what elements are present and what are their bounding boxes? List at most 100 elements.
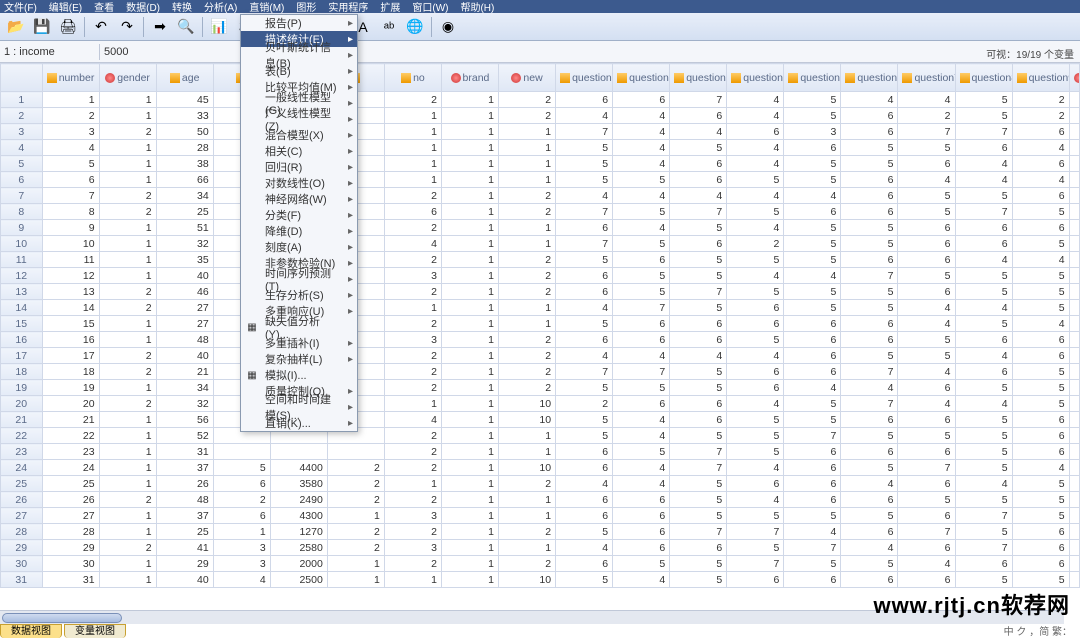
col-header-question8[interactable]: question8: [955, 64, 1012, 92]
cell[interactable]: 5: [727, 204, 784, 220]
cell[interactable]: 37: [156, 508, 213, 524]
cell[interactable]: 6: [1012, 124, 1069, 140]
cell[interactable]: 2: [898, 108, 955, 124]
cell[interactable]: [1069, 348, 1079, 364]
cell[interactable]: 5: [841, 460, 898, 476]
cell[interactable]: 5: [670, 380, 727, 396]
cell[interactable]: 2: [499, 108, 556, 124]
cell[interactable]: 6: [613, 332, 670, 348]
cell[interactable]: 2580: [270, 540, 327, 556]
cell[interactable]: 1: [441, 412, 498, 428]
cell[interactable]: [1069, 316, 1079, 332]
cell[interactable]: 6: [727, 124, 784, 140]
cell[interactable]: 6: [784, 492, 841, 508]
cell[interactable]: 5: [670, 556, 727, 572]
col-header-number[interactable]: number: [42, 64, 99, 92]
cell[interactable]: 2: [384, 284, 441, 300]
table-row[interactable]: 22133112446456252: [1, 108, 1080, 124]
cell[interactable]: 2: [384, 380, 441, 396]
cell[interactable]: 27: [156, 316, 213, 332]
menubar[interactable]: 文件(F)编辑(E)查看数据(D)转换分析(A)直销(M)图形实用程序扩展窗口(…: [0, 0, 1080, 13]
cell[interactable]: 32: [156, 396, 213, 412]
cell[interactable]: [1069, 108, 1079, 124]
cell[interactable]: 2: [384, 92, 441, 108]
cell[interactable]: 1: [441, 124, 498, 140]
row-header[interactable]: 28: [1, 524, 43, 540]
cell[interactable]: 4: [1012, 140, 1069, 156]
cell[interactable]: 6: [784, 572, 841, 588]
cell[interactable]: 6: [613, 540, 670, 556]
cell[interactable]: 6: [784, 476, 841, 492]
cell[interactable]: 4: [784, 268, 841, 284]
cell[interactable]: 1: [384, 476, 441, 492]
cell[interactable]: 5: [841, 300, 898, 316]
menu-实用程序[interactable]: 实用程序: [328, 0, 368, 14]
menu-数据(D)[interactable]: 数据(D): [126, 0, 160, 14]
menu-帮助(H)[interactable]: 帮助(H): [460, 0, 494, 14]
cell[interactable]: 6: [841, 444, 898, 460]
row-header[interactable]: 17: [1, 348, 43, 364]
cell[interactable]: 6: [42, 172, 99, 188]
cell[interactable]: 1: [499, 140, 556, 156]
cell[interactable]: 2490: [270, 492, 327, 508]
cell[interactable]: 2: [99, 396, 156, 412]
cell[interactable]: 5: [613, 268, 670, 284]
table-row[interactable]: 2626248224902211665466555: [1, 492, 1080, 508]
cell[interactable]: 18: [42, 364, 99, 380]
cell[interactable]: 7: [670, 524, 727, 540]
cell[interactable]: 5: [556, 172, 613, 188]
row-header[interactable]: 1: [1, 92, 43, 108]
table-row[interactable]: 66166111556556444: [1, 172, 1080, 188]
cell[interactable]: 11: [42, 252, 99, 268]
cell[interactable]: 5: [727, 540, 784, 556]
cell[interactable]: 5: [613, 556, 670, 572]
cell[interactable]: 5: [784, 300, 841, 316]
cell[interactable]: 2: [99, 540, 156, 556]
cell[interactable]: 2: [499, 348, 556, 364]
row-header[interactable]: 27: [1, 508, 43, 524]
row-header[interactable]: 5: [1, 156, 43, 172]
cell[interactable]: 1: [441, 300, 498, 316]
menu-扩展[interactable]: 扩展: [380, 0, 400, 14]
cell[interactable]: 6: [670, 332, 727, 348]
cell[interactable]: 7: [898, 124, 955, 140]
table-row[interactable]: 3030129320001212655755466: [1, 556, 1080, 572]
cell[interactable]: [1069, 92, 1079, 108]
cell[interactable]: 6: [841, 332, 898, 348]
cell[interactable]: 1: [327, 508, 384, 524]
cell[interactable]: 5: [556, 252, 613, 268]
cell[interactable]: 5: [784, 220, 841, 236]
cell[interactable]: 5: [955, 444, 1012, 460]
cell[interactable]: 1: [441, 92, 498, 108]
row-header[interactable]: 4: [1, 140, 43, 156]
cell[interactable]: 5: [670, 492, 727, 508]
cell[interactable]: 2: [556, 396, 613, 412]
cell[interactable]: 6: [556, 220, 613, 236]
cell[interactable]: 6: [841, 204, 898, 220]
col-header-question4[interactable]: question4: [727, 64, 784, 92]
cell[interactable]: 1: [99, 108, 156, 124]
cell[interactable]: 5: [898, 332, 955, 348]
row-header[interactable]: 23: [1, 444, 43, 460]
cell[interactable]: 4: [613, 140, 670, 156]
cell[interactable]: 2: [384, 316, 441, 332]
cell[interactable]: 2000: [270, 556, 327, 572]
cell[interactable]: 5: [556, 428, 613, 444]
cell[interactable]: 5: [955, 492, 1012, 508]
col-header-gender[interactable]: gender: [99, 64, 156, 92]
table-row[interactable]: 33250111744636776: [1, 124, 1080, 140]
row-header[interactable]: 21: [1, 412, 43, 428]
cell[interactable]: 7: [556, 204, 613, 220]
row-header[interactable]: 29: [1, 540, 43, 556]
cell[interactable]: 4: [898, 300, 955, 316]
cell[interactable]: [1069, 476, 1079, 492]
menu-item[interactable]: 分类(F)▸: [241, 207, 357, 223]
cell[interactable]: 1: [441, 172, 498, 188]
cell[interactable]: 4: [784, 188, 841, 204]
cell[interactable]: 4: [727, 108, 784, 124]
cell[interactable]: 2: [327, 524, 384, 540]
cell[interactable]: 1: [384, 396, 441, 412]
cell[interactable]: 4: [556, 348, 613, 364]
redo-icon[interactable]: ↷: [115, 16, 139, 38]
cell[interactable]: 1: [441, 524, 498, 540]
